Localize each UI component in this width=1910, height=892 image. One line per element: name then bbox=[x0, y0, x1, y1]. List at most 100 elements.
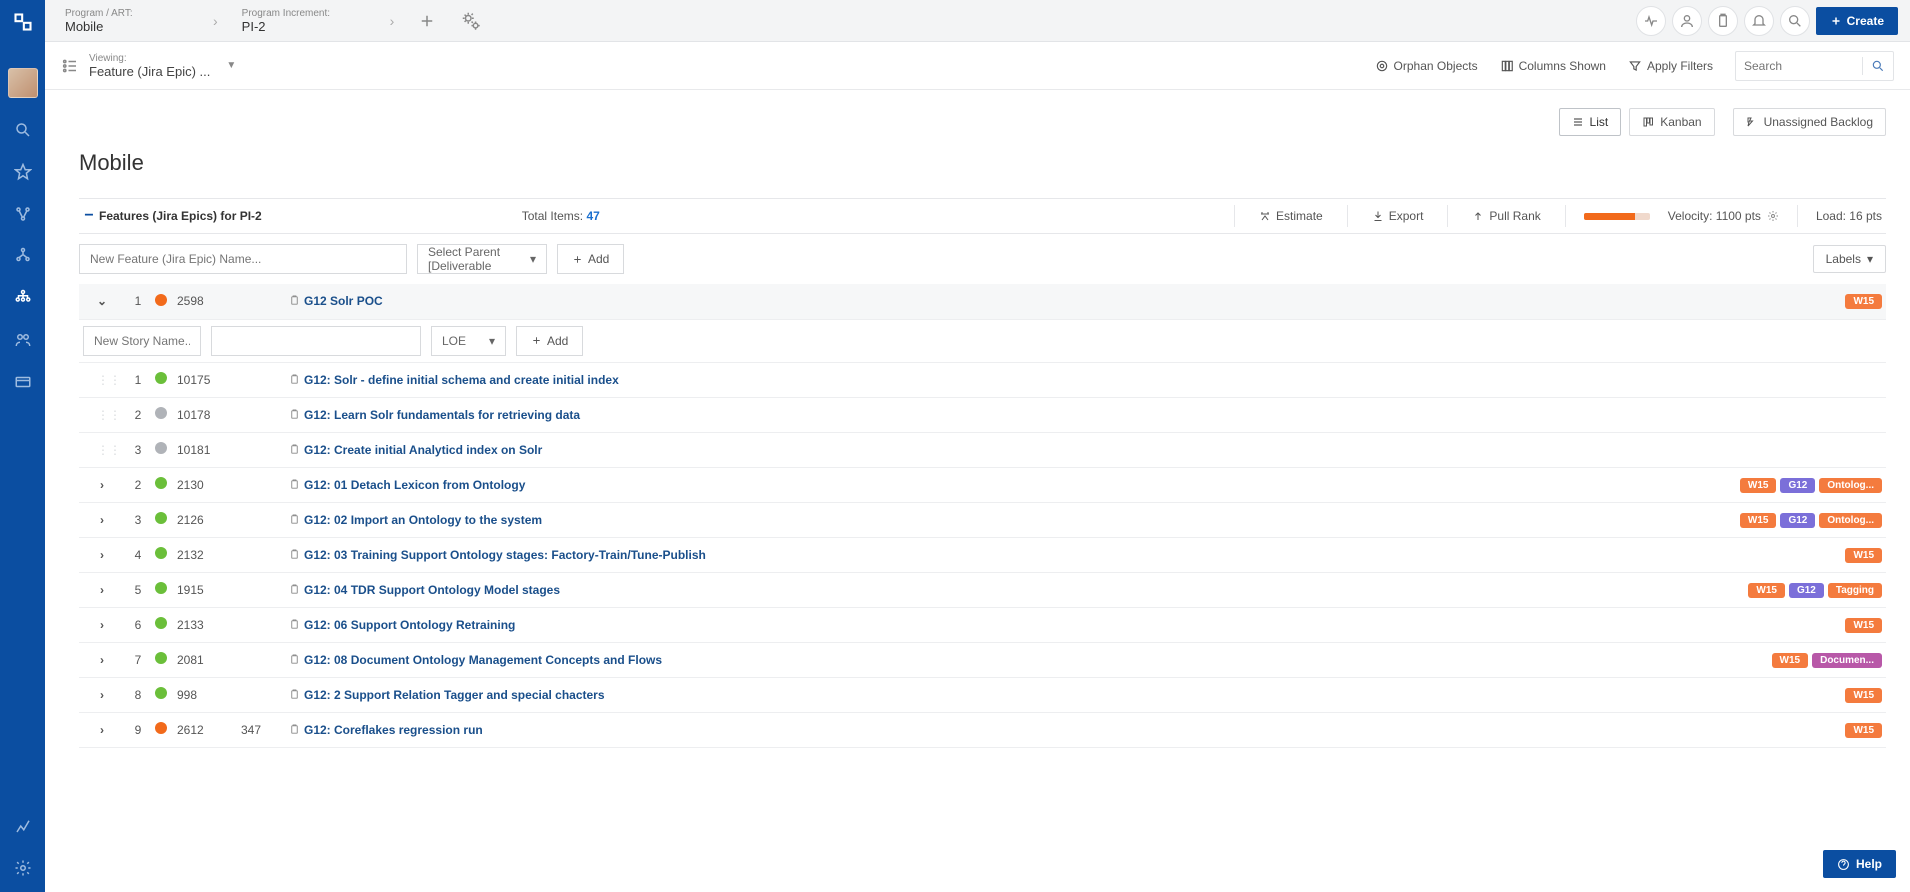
pull-rank-action[interactable]: Pull Rank bbox=[1466, 209, 1546, 223]
feature-title[interactable]: G12: 04 TDR Support Ontology Model stage… bbox=[285, 572, 1460, 607]
feature-title[interactable]: G12: 02 Import an Ontology to the system bbox=[285, 502, 1460, 537]
chevron-right-icon[interactable]: › bbox=[79, 677, 125, 712]
tag[interactable]: Documen... bbox=[1812, 653, 1882, 668]
new-story-input[interactable] bbox=[83, 326, 201, 356]
chevron-right-icon[interactable]: › bbox=[79, 607, 125, 642]
gears-icon[interactable] bbox=[460, 10, 482, 32]
settings-icon[interactable] bbox=[13, 858, 33, 878]
feature-row[interactable]: ⌄ 1 2598 G12 Solr POC W15 bbox=[79, 284, 1886, 319]
tag[interactable]: W15 bbox=[1740, 513, 1777, 528]
program-icon[interactable] bbox=[13, 246, 33, 266]
clipboard-icon[interactable] bbox=[1708, 6, 1738, 36]
chevron-down-icon[interactable]: ▼ bbox=[226, 60, 236, 71]
drag-handle-icon[interactable]: ⋮⋮ bbox=[79, 397, 125, 432]
tag[interactable]: G12 bbox=[1789, 583, 1824, 598]
feature-row[interactable]: › 3 2126 G12: 02 Import an Ontology to t… bbox=[79, 502, 1886, 537]
tag[interactable]: W15 bbox=[1845, 723, 1882, 738]
user-avatar[interactable] bbox=[8, 68, 38, 98]
drag-handle-icon[interactable]: ⋮⋮ bbox=[79, 362, 125, 397]
tag[interactable]: Ontolog... bbox=[1819, 513, 1882, 528]
feature-row[interactable]: › 5 1915 G12: 04 TDR Support Ontology Mo… bbox=[79, 572, 1886, 607]
tag[interactable]: W15 bbox=[1748, 583, 1785, 598]
analytics-icon[interactable] bbox=[13, 816, 33, 836]
tag[interactable]: G12 bbox=[1780, 513, 1815, 528]
tag[interactable]: G12 bbox=[1780, 478, 1815, 493]
bell-icon[interactable] bbox=[1744, 6, 1774, 36]
orphan-objects-link[interactable]: Orphan Objects bbox=[1375, 59, 1478, 73]
tag[interactable]: W15 bbox=[1845, 618, 1882, 633]
chevron-down-icon[interactable]: ⌄ bbox=[79, 284, 125, 319]
tag[interactable]: Ontolog... bbox=[1819, 478, 1882, 493]
story-title[interactable]: G12: Create initial Analyticd index on S… bbox=[285, 432, 1460, 467]
gear-icon[interactable] bbox=[1767, 210, 1779, 222]
feature-row[interactable]: › 2 2130 G12: 01 Detach Lexicon from Ont… bbox=[79, 467, 1886, 502]
tag[interactable]: W15 bbox=[1845, 688, 1882, 703]
page-title: Mobile bbox=[79, 150, 1886, 176]
drag-handle-icon[interactable]: ⋮⋮ bbox=[79, 432, 125, 467]
add-story-button[interactable]: Add bbox=[516, 326, 583, 356]
create-button[interactable]: Create bbox=[1816, 7, 1898, 35]
tag[interactable]: W15 bbox=[1845, 294, 1882, 309]
search-box[interactable] bbox=[1735, 51, 1894, 81]
search-icon[interactable] bbox=[13, 120, 33, 140]
story-title[interactable]: G12: Learn Solr fundamentals for retriev… bbox=[285, 397, 1460, 432]
story-row[interactable]: ⋮⋮ 3 10181 G12: Create initial Analyticd… bbox=[79, 432, 1886, 467]
feature-row[interactable]: › 7 2081 G12: 08 Document Ontology Manag… bbox=[79, 642, 1886, 677]
chevron-right-icon[interactable]: › bbox=[79, 572, 125, 607]
feature-title[interactable]: G12: 06 Support Ontology Retraining bbox=[285, 607, 1460, 642]
viewing-selector[interactable]: Viewing: Feature (Jira Epic) ... ▼ bbox=[61, 53, 236, 79]
chevron-right-icon[interactable]: › bbox=[79, 642, 125, 677]
feature-title[interactable]: G12: Coreflakes regression run bbox=[285, 712, 1460, 747]
crumb-pi[interactable]: Program Increment: PI-2 bbox=[234, 4, 374, 38]
search-top-icon[interactable] bbox=[1780, 6, 1810, 36]
feature-title[interactable]: G12: 2 Support Relation Tagger and speci… bbox=[285, 677, 1460, 712]
favorites-icon[interactable] bbox=[13, 162, 33, 182]
collapse-toggle[interactable]: − bbox=[79, 208, 99, 224]
new-feature-input[interactable] bbox=[79, 244, 407, 274]
chevron-right-icon[interactable]: › bbox=[79, 712, 125, 747]
story-title[interactable]: G12: Solr - define initial schema and cr… bbox=[285, 362, 1460, 397]
plus-icon[interactable] bbox=[416, 10, 438, 32]
people-icon[interactable] bbox=[13, 330, 33, 350]
search-input[interactable] bbox=[1744, 59, 1854, 73]
unassigned-backlog-button[interactable]: Unassigned Backlog bbox=[1733, 108, 1886, 136]
chevron-right-icon[interactable]: › bbox=[79, 502, 125, 537]
chevron-right-icon[interactable]: › bbox=[79, 467, 125, 502]
tag[interactable]: Tagging bbox=[1828, 583, 1882, 598]
parent-select[interactable]: Select Parent [Deliverable▾ bbox=[417, 244, 547, 274]
user-icon[interactable] bbox=[1672, 6, 1702, 36]
story-row[interactable]: ⋮⋮ 1 10175 G12: Solr - define initial sc… bbox=[79, 362, 1886, 397]
feature-title[interactable]: G12: 03 Training Support Ontology stages… bbox=[285, 537, 1460, 572]
story-row[interactable]: ⋮⋮ 2 10178 G12: Learn Solr fundamentals … bbox=[79, 397, 1886, 432]
tag[interactable]: W15 bbox=[1845, 548, 1882, 563]
feature-row[interactable]: › 9 2612 347 G12: Coreflakes regression … bbox=[79, 712, 1886, 747]
chevron-right-icon[interactable]: › bbox=[79, 537, 125, 572]
estimate-action[interactable]: Estimate bbox=[1253, 209, 1329, 223]
crumb-program[interactable]: Program / ART: Mobile bbox=[57, 4, 197, 38]
row-number: 4 bbox=[125, 537, 151, 572]
strategy-icon[interactable] bbox=[13, 204, 33, 224]
columns-shown-link[interactable]: Columns Shown bbox=[1500, 59, 1606, 73]
view-kanban-button[interactable]: Kanban bbox=[1629, 108, 1714, 136]
help-button[interactable]: Help bbox=[1823, 850, 1896, 878]
feature-title[interactable]: G12: 08 Document Ontology Management Con… bbox=[285, 642, 1460, 677]
add-feature-button[interactable]: Add bbox=[557, 244, 624, 274]
view-list-button[interactable]: List bbox=[1559, 108, 1622, 136]
app-logo-icon[interactable] bbox=[9, 8, 37, 36]
team-hierarchy-icon[interactable] bbox=[13, 288, 33, 308]
new-story-extra-input[interactable] bbox=[211, 326, 421, 356]
feature-title[interactable]: G12 Solr POC bbox=[285, 284, 1460, 319]
card-icon[interactable] bbox=[13, 372, 33, 392]
tag[interactable]: W15 bbox=[1772, 653, 1809, 668]
feature-row[interactable]: › 6 2133 G12: 06 Support Ontology Retrai… bbox=[79, 607, 1886, 642]
feature-row[interactable]: › 4 2132 G12: 03 Training Support Ontolo… bbox=[79, 537, 1886, 572]
export-action[interactable]: Export bbox=[1366, 209, 1430, 223]
feature-row[interactable]: › 8 998 G12: 2 Support Relation Tagger a… bbox=[79, 677, 1886, 712]
loe-select[interactable]: LOE▾ bbox=[431, 326, 506, 356]
activity-icon[interactable] bbox=[1636, 6, 1666, 36]
tag[interactable]: W15 bbox=[1740, 478, 1777, 493]
apply-filters-link[interactable]: Apply Filters bbox=[1628, 59, 1713, 73]
labels-dropdown[interactable]: Labels ▾ bbox=[1813, 245, 1886, 273]
feature-title[interactable]: G12: 01 Detach Lexicon from Ontology bbox=[285, 467, 1460, 502]
search-icon[interactable] bbox=[1871, 59, 1885, 73]
